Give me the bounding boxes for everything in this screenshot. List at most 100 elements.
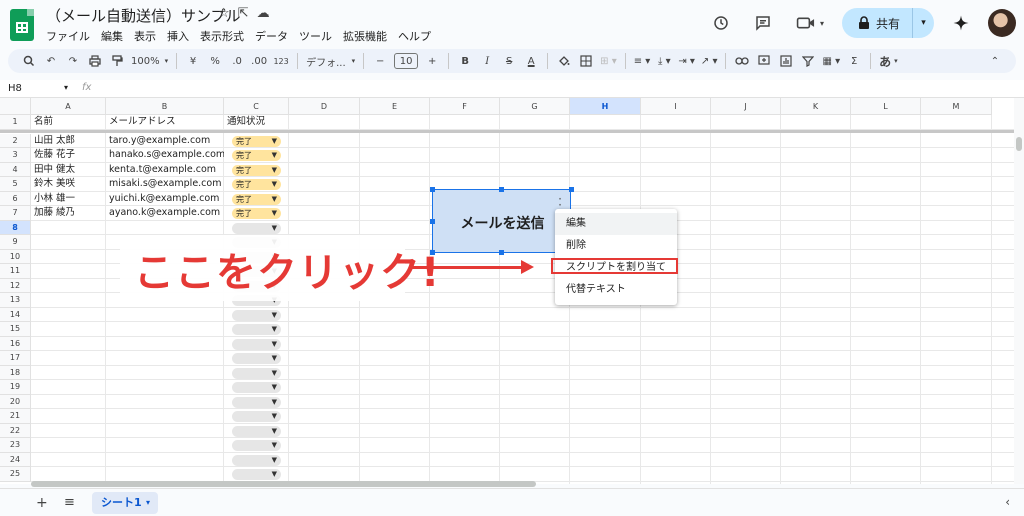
status-dropdown-chip[interactable]: ▼ — [232, 454, 281, 466]
menu-item[interactable]: ヘルプ — [398, 27, 431, 45]
text-rotation-icon[interactable]: ↗ ▾ — [698, 51, 721, 71]
increase-font-size-button[interactable]: + — [421, 51, 443, 71]
column-header-j[interactable]: J — [711, 98, 781, 115]
share-dropdown-icon[interactable]: ▾ — [912, 8, 934, 38]
column-header-d[interactable]: D — [289, 98, 360, 115]
column-header-e[interactable]: E — [360, 98, 430, 115]
email-cell[interactable]: yuichi.k@example.com — [106, 192, 224, 206]
filter-views-icon[interactable]: ▦ ▾ — [819, 51, 843, 71]
row-header-11[interactable]: 11 — [0, 264, 31, 279]
add-sheet-button[interactable]: + — [36, 495, 48, 511]
print-icon[interactable] — [84, 51, 106, 71]
decrease-font-size-button[interactable]: − — [369, 51, 391, 71]
header-cell-a[interactable]: 名前 — [31, 115, 106, 129]
row-header-8[interactable]: 8 — [0, 220, 31, 235]
paint-format-icon[interactable] — [106, 51, 128, 71]
column-header-h[interactable]: H — [570, 98, 641, 115]
spreadsheet-grid[interactable]: A B C D E F G H I J K L M 1 2 3 4 5 6 7 8 9 10 11 12 13 14 15 16 17 18… — [0, 98, 1014, 484]
video-camera-icon[interactable]: ▾ — [790, 8, 830, 38]
column-header-a[interactable]: A — [31, 98, 106, 115]
percent-format-button[interactable]: % — [204, 51, 226, 71]
email-cell[interactable]: taro.y@example.com — [106, 134, 224, 148]
increase-decimal-button[interactable]: .00 — [248, 51, 270, 71]
status-dropdown-chip[interactable]: 完了 ▼ — [232, 208, 281, 219]
send-mail-drawing-button[interactable]: メールを送信 ··· — [430, 187, 574, 255]
menu-item[interactable]: ツール — [299, 27, 332, 45]
header-cell-b[interactable]: メールアドレス — [106, 115, 224, 129]
sheet-tab[interactable]: シート1 ▾ — [92, 492, 158, 514]
cloud-status-icon[interactable]: ☁ — [257, 6, 270, 21]
insert-chart-icon[interactable] — [775, 51, 797, 71]
status-dropdown-chip[interactable]: ▼ — [232, 469, 281, 480]
row-header-24[interactable]: 24 — [0, 452, 31, 467]
fill-color-icon[interactable] — [553, 51, 575, 71]
move-to-folder-icon[interactable]: ⇱ — [238, 6, 249, 21]
row-header-22[interactable]: 22 — [0, 423, 31, 438]
chevron-down-icon[interactable]: ▾ — [146, 492, 150, 514]
row-header-2[interactable]: 2 — [0, 133, 31, 148]
sheets-logo[interactable] — [10, 9, 34, 41]
column-header-l[interactable]: L — [851, 98, 921, 115]
horizontal-align-icon[interactable]: ≡ ▾ — [631, 51, 654, 71]
vertical-align-icon[interactable]: ⤓ ▾ — [653, 51, 675, 71]
history-icon[interactable] — [706, 8, 736, 38]
text-wrapping-icon[interactable]: ⇥ ▾ — [675, 51, 698, 71]
resize-handle[interactable] — [499, 250, 504, 255]
status-dropdown-chip[interactable]: 完了 ▼ — [232, 164, 281, 176]
merge-cells-icon[interactable]: ⊞ ▾ — [597, 51, 620, 71]
menu-item[interactable]: ファイル — [46, 27, 90, 45]
row-header-3[interactable]: 3 — [0, 148, 31, 163]
name-cell[interactable]: 加藤 綾乃 — [31, 206, 106, 220]
row-header-10[interactable]: 10 — [0, 249, 31, 264]
menu-item[interactable]: 表示 — [134, 27, 156, 45]
resize-handle[interactable] — [499, 187, 504, 192]
name-cell[interactable]: 佐藤 花子 — [31, 148, 106, 162]
avatar[interactable] — [988, 9, 1016, 37]
select-all-corner[interactable] — [0, 98, 31, 115]
status-dropdown-chip[interactable]: 完了 ▼ — [232, 179, 281, 190]
column-header-i[interactable]: I — [641, 98, 711, 115]
row-header-4[interactable]: 4 — [0, 162, 31, 177]
status-dropdown-chip[interactable]: ▼ — [232, 324, 281, 335]
name-cell[interactable]: 山田 太郎 — [31, 134, 106, 148]
vertical-scrollbar[interactable] — [1014, 98, 1024, 484]
status-dropdown-chip[interactable]: 完了 ▼ — [232, 150, 281, 161]
menu-item[interactable]: データ — [255, 27, 288, 45]
name-box[interactable]: H8 — [8, 83, 68, 94]
insert-comment-icon[interactable] — [753, 51, 775, 71]
currency-format-button[interactable]: ¥ — [182, 51, 204, 71]
document-title[interactable]: （メール自動送信）サンプル — [46, 5, 241, 26]
insert-link-icon[interactable] — [731, 51, 753, 71]
email-cell[interactable]: misaki.s@example.com — [106, 177, 224, 191]
functions-button[interactable]: Σ — [843, 51, 865, 71]
row-header-17[interactable]: 17 — [0, 351, 31, 366]
column-header-m[interactable]: M — [921, 98, 992, 115]
column-header-c[interactable]: C — [224, 98, 289, 115]
row-header-7[interactable]: 7 — [0, 206, 31, 221]
row-header-15[interactable]: 15 — [0, 322, 31, 337]
name-cell[interactable]: 鈴木 美咲 — [31, 177, 106, 191]
name-cell[interactable]: 田中 健太 — [31, 163, 106, 177]
row-header-18[interactable]: 18 — [0, 365, 31, 380]
collapse-toolbar-icon[interactable]: ⌃ — [984, 51, 1006, 71]
font-size-input[interactable]: 10 — [391, 51, 421, 71]
context-menu-item[interactable]: 代替テキスト — [555, 279, 677, 301]
row-header-23[interactable]: 23 — [0, 438, 31, 453]
redo-icon[interactable]: ↷ — [62, 51, 84, 71]
row-header-14[interactable]: 14 — [0, 307, 31, 322]
status-dropdown-chip[interactable]: ▼ — [232, 396, 281, 408]
horizontal-scroll-thumb[interactable] — [31, 481, 536, 487]
context-menu-item[interactable]: 編集 — [555, 213, 677, 235]
email-cell[interactable]: ayano.k@example.com — [106, 206, 224, 220]
undo-icon[interactable]: ↶ — [40, 51, 62, 71]
row-header-1[interactable]: 1 — [0, 115, 31, 130]
status-dropdown-chip[interactable]: ▼ — [232, 338, 281, 350]
row-header-5[interactable]: 5 — [0, 177, 31, 192]
resize-handle[interactable] — [430, 187, 435, 192]
resize-handle[interactable] — [430, 219, 435, 224]
borders-icon[interactable] — [575, 51, 597, 71]
star-icon[interactable]: ☆ — [218, 6, 230, 21]
frozen-row-divider[interactable] — [0, 129, 1014, 133]
menu-item[interactable]: 編集 — [101, 27, 123, 45]
column-header-k[interactable]: K — [781, 98, 851, 115]
